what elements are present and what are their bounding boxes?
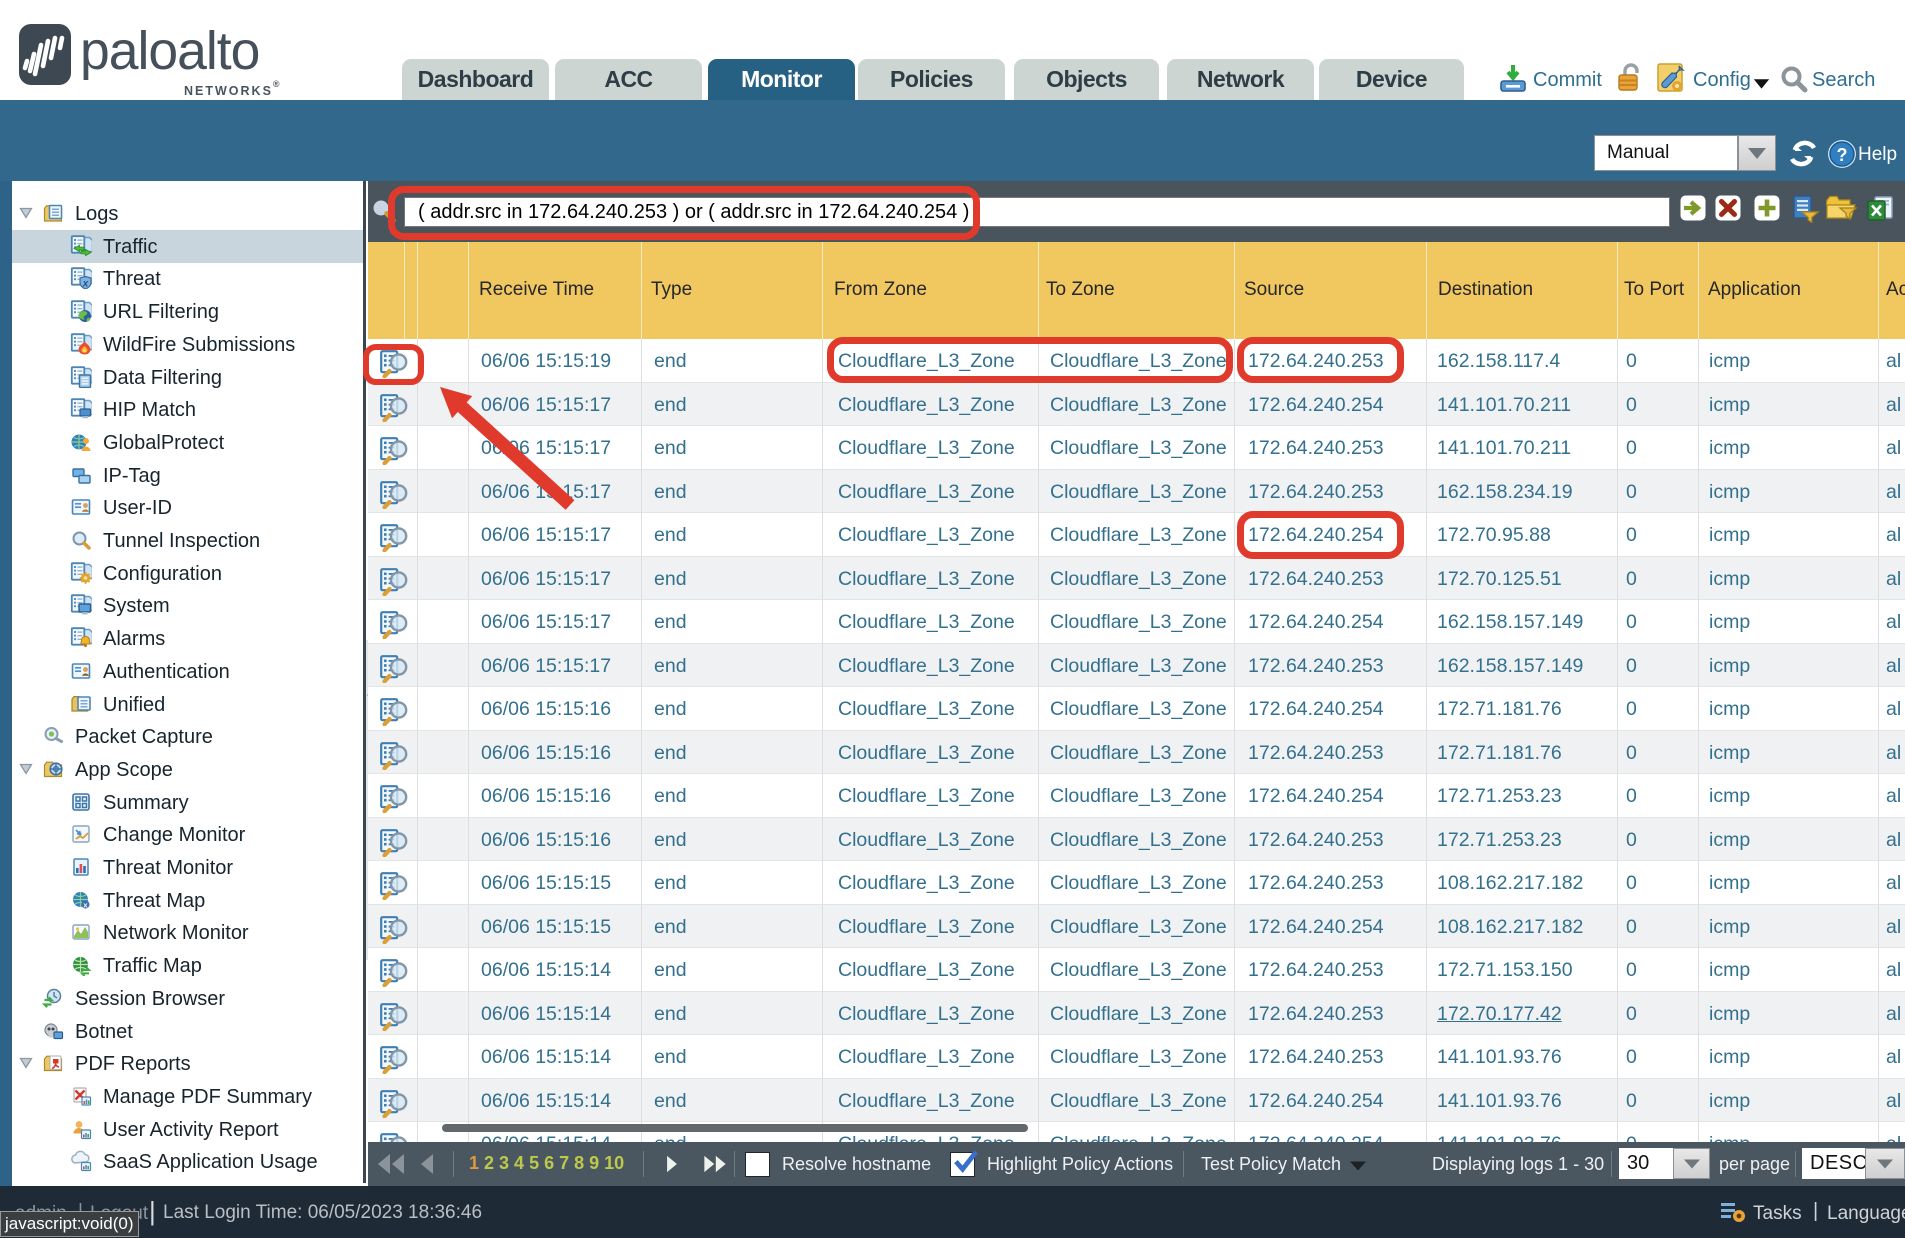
svg-text:x: x [82, 279, 89, 290]
